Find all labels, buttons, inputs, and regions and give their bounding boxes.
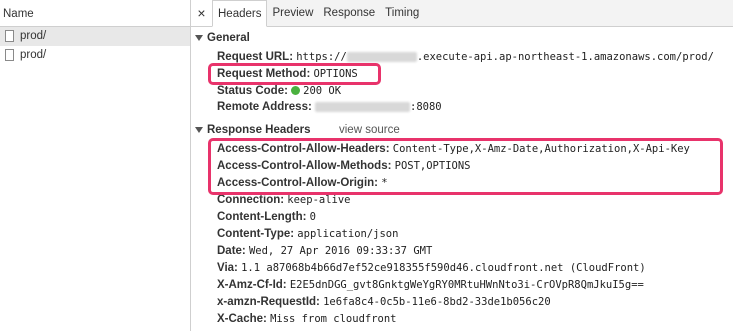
request-list-panel: Name prod/ prod/ xyxy=(0,0,191,331)
response-header-row: x-amzn-RequestId: 1e6fa8c4-0c5b-11e6-8bd… xyxy=(217,296,551,308)
header-value: 1.1 a87068b4b66d7ef52ce918355f590d46.clo… xyxy=(241,262,646,274)
response-header-row: Date: Wed, 27 Apr 2016 09:33:37 GMT xyxy=(217,245,432,257)
general-section-title: General xyxy=(207,32,250,44)
tab-headers[interactable]: Headers xyxy=(212,0,268,27)
request-url-suffix: .execute-api.ap-northeast-1.amazonaws.co… xyxy=(416,51,714,63)
request-url-row: Request URL: https:// .execute-api.ap-nor… xyxy=(217,51,714,63)
response-header-row: Content-Type: application/json xyxy=(217,228,398,240)
view-source-link[interactable]: view source xyxy=(339,124,400,136)
request-row[interactable]: prod/ xyxy=(0,46,190,65)
response-header-row: Content-Length: 0 xyxy=(217,211,316,223)
details-tabbar: × Headers Preview Response Timing xyxy=(191,0,733,27)
redacted-ip xyxy=(315,101,410,112)
header-key: X-Cache: xyxy=(217,313,267,325)
response-header-row: X-Amz-Cf-Id: E2E5dnDGG_gvt8GnktgWeYgRY0M… xyxy=(217,279,644,291)
response-header-row: Connection: keep-alive xyxy=(217,194,351,206)
request-url-prefix: https:// xyxy=(296,51,347,63)
remote-address-row: Remote Address: :8080 xyxy=(217,101,442,113)
header-value: application/json xyxy=(297,228,399,240)
document-icon xyxy=(5,49,14,61)
remote-address-key: Remote Address: xyxy=(217,101,312,113)
header-key: x-amzn-RequestId: xyxy=(217,296,320,308)
expand-triangle-icon xyxy=(195,127,203,133)
response-headers-title: Response Headers xyxy=(207,124,311,136)
header-key: Content-Length: xyxy=(217,211,307,223)
general-section-toggle[interactable]: General xyxy=(195,32,250,44)
header-key: X-Amz-Cf-Id: xyxy=(217,279,287,291)
highlight-request-method xyxy=(208,63,381,85)
request-name: prod/ xyxy=(20,49,47,61)
document-icon xyxy=(5,30,14,42)
header-value: Wed, 27 Apr 2016 09:33:37 GMT xyxy=(248,245,433,257)
request-row-selected[interactable]: prod/ xyxy=(0,27,190,46)
close-icon[interactable]: × xyxy=(191,0,212,26)
header-value: 1e6fa8c4-0c5b-11e6-8bd2-33de1b056c20 xyxy=(323,296,551,308)
status-code-value: 200 OK xyxy=(303,85,342,97)
redacted-host xyxy=(346,51,417,62)
header-key: Date: xyxy=(217,245,246,257)
tab-preview[interactable]: Preview xyxy=(267,0,318,26)
response-header-row: X-Cache: Miss from cloudfront xyxy=(217,313,397,325)
remote-address-port: :8080 xyxy=(410,101,442,113)
header-value: E2E5dnDGG_gvt8GnktgWeYgRY0MRtuHWnNto3i-C… xyxy=(289,279,644,291)
header-value: 0 xyxy=(309,211,316,223)
header-key: Content-Type: xyxy=(217,228,295,240)
request-name: prod/ xyxy=(20,30,47,42)
header-key: Connection: xyxy=(217,194,285,206)
header-key: Via: xyxy=(217,262,238,274)
header-value: Miss from cloudfront xyxy=(270,313,397,325)
highlight-cors-headers xyxy=(208,138,723,195)
header-value: keep-alive xyxy=(287,194,351,206)
response-headers-section-toggle[interactable]: Response Headers xyxy=(195,124,311,136)
name-column-header[interactable]: Name xyxy=(0,0,190,27)
tab-response[interactable]: Response xyxy=(318,0,380,26)
status-code-key: Status Code: xyxy=(217,85,288,97)
status-ok-icon xyxy=(291,86,301,95)
response-header-row: Via: 1.1 a87068b4b66d7ef52ce918355f590d4… xyxy=(217,262,646,274)
tab-timing[interactable]: Timing xyxy=(380,0,424,26)
request-details-panel: × Headers Preview Response Timing Genera… xyxy=(191,0,733,331)
expand-triangle-icon xyxy=(195,35,203,41)
status-code-row: Status Code: 200 OK xyxy=(217,85,341,97)
request-url-key: Request URL: xyxy=(217,51,294,63)
